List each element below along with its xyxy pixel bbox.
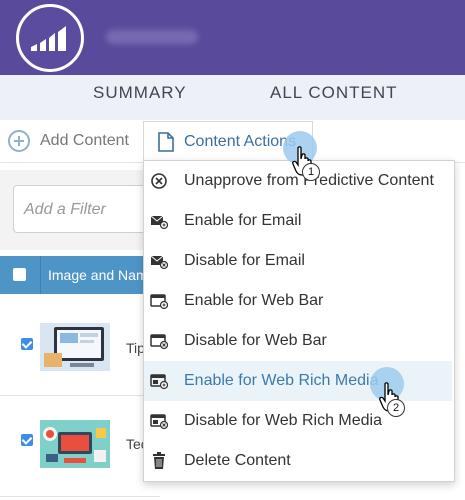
- app-logo[interactable]: [16, 4, 84, 72]
- menu-item-label: Disable for Web Rich Media: [184, 412, 383, 429]
- menu-item-enable-web-bar[interactable]: Enable for Web Bar: [144, 281, 452, 321]
- menu-item-enable-email[interactable]: Enable for Email: [144, 201, 452, 241]
- x-circle-icon: [150, 172, 168, 190]
- add-content-button[interactable]: Add Content: [8, 129, 129, 153]
- filter-input[interactable]: Add a Filter: [13, 185, 163, 233]
- menu-item-label: Enable for Web Bar: [184, 292, 324, 309]
- content-actions-label: Content Actions: [184, 132, 297, 150]
- select-all-checkbox[interactable]: [13, 268, 26, 281]
- rich-media-disable-icon: [150, 412, 169, 430]
- menu-item-label: Disable for Web Bar: [184, 332, 327, 349]
- menu-item-disable-email[interactable]: Disable for Email: [144, 241, 452, 281]
- row-checkbox[interactable]: [21, 338, 33, 350]
- content-thumbnail: [40, 420, 110, 468]
- menu-item-delete-content[interactable]: Delete Content: [144, 441, 452, 481]
- web-bar-disable-icon: [150, 332, 169, 350]
- menu-item-label: Disable for Email: [184, 252, 305, 269]
- row-checkbox[interactable]: [21, 434, 33, 446]
- plus-circle-icon: [8, 130, 30, 152]
- document-icon: [158, 131, 174, 152]
- tab-all-content[interactable]: ALL CONTENT: [270, 83, 398, 103]
- menu-item-label: Enable for Email: [184, 212, 302, 229]
- step-badge-1: 1: [302, 163, 320, 181]
- web-bar-enable-icon: [150, 292, 169, 310]
- content-thumbnail: [40, 323, 110, 371]
- menu-item-disable-web-bar[interactable]: Disable for Web Bar: [144, 321, 452, 361]
- menu-item-label: Delete Content: [184, 452, 291, 469]
- add-content-label: Add Content: [40, 132, 129, 149]
- menu-item-label: Enable for Web Rich Media: [184, 372, 379, 389]
- tab-summary[interactable]: SUMMARY: [93, 83, 187, 103]
- menu-item-disable-web-rich-media[interactable]: Disable for Web Rich Media: [144, 401, 452, 441]
- column-header-image-name[interactable]: Image and Nam: [48, 267, 148, 283]
- bar-chart-logo-icon: [31, 26, 66, 51]
- step-badge-2: 2: [387, 399, 405, 417]
- blurred-program-name: [106, 30, 198, 44]
- menu-item-enable-web-rich-media[interactable]: Enable for Web Rich Media: [144, 361, 452, 401]
- trash-icon: [150, 452, 168, 470]
- email-disable-icon: [150, 252, 169, 270]
- rich-media-enable-icon: [150, 372, 169, 390]
- email-enable-icon: [150, 212, 169, 230]
